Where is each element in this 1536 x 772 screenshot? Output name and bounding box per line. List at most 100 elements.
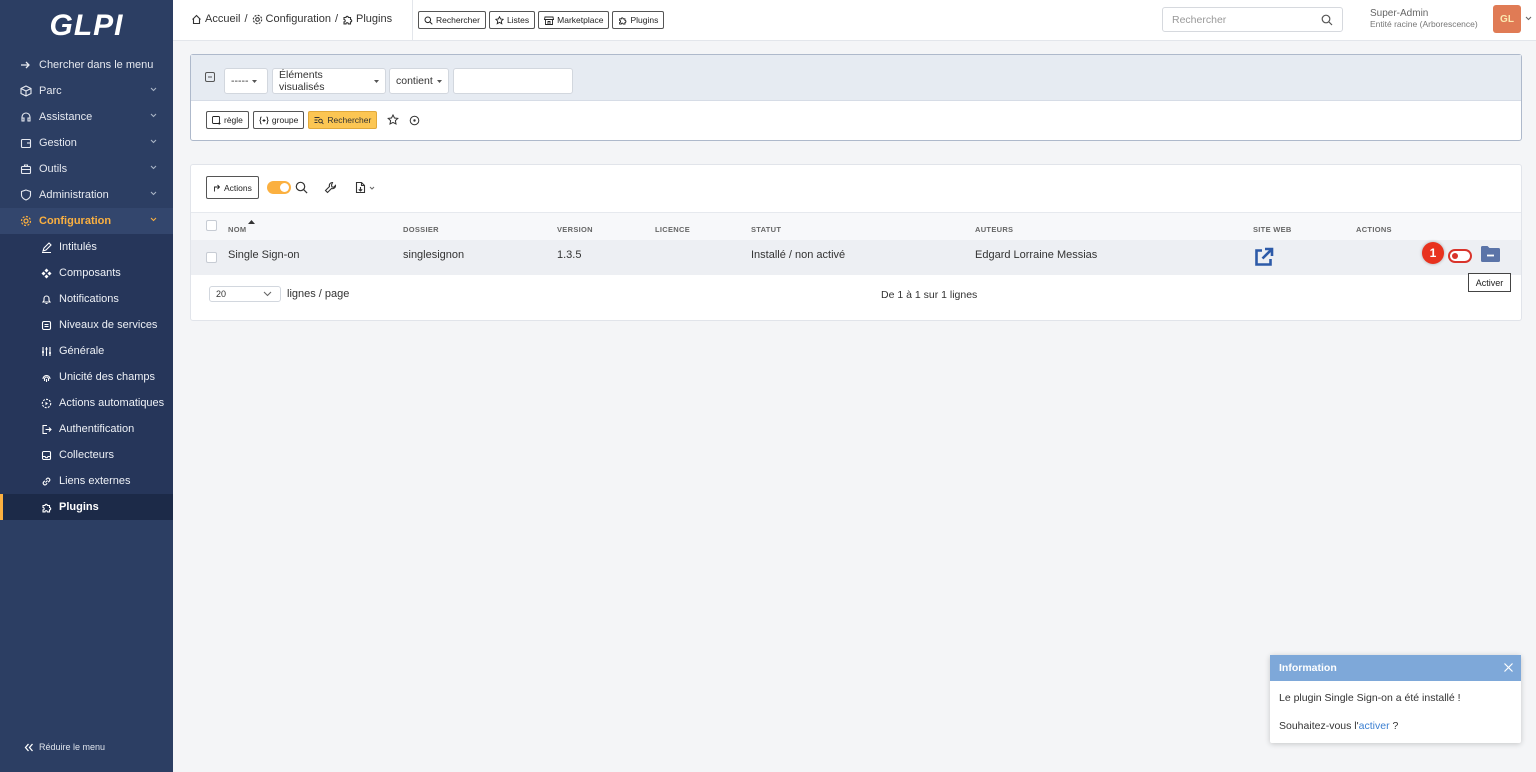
sidebar-item-plugins[interactable]: Plugins [0,494,173,520]
table-header: Nom Dossier Version Licence Statut Auteu… [191,212,1521,240]
reset-circle-icon[interactable] [409,115,420,126]
close-icon[interactable] [1503,662,1514,673]
row-checkbox[interactable] [206,252,217,263]
annotation-badge: 1 [1422,242,1444,264]
edit-icon [40,241,52,253]
items-select[interactable]: Éléments visualisés [272,68,386,94]
search-button[interactable]: Rechercher [418,11,486,29]
chevron-down-icon [150,217,157,222]
add-group-button[interactable]: groupe [252,111,305,129]
breadcrumb-configuration[interactable]: Configuration [252,13,331,25]
user-name: Super-Admin [1370,8,1429,19]
chevron-down-icon [263,291,272,297]
shield-icon [20,189,32,201]
user-entity: Entité racine (Arborescence) [1370,19,1478,29]
user-info[interactable]: Super-Admin Entité racine (Arborescence) [1370,8,1478,30]
caret-down-icon [252,79,258,83]
page-size-select[interactable]: 20 [209,286,281,302]
column-header-licence[interactable]: Licence [655,225,690,234]
global-search-placeholder: Rechercher [1172,13,1227,26]
select-all-checkbox[interactable] [206,220,217,231]
sidebar-item-unicite-champs[interactable]: Unicité des champs [0,364,173,390]
column-header-version[interactable]: Version [557,225,593,234]
sidebar-item-niveaux-services[interactable]: Niveaux de services [0,312,173,338]
menu-item-search[interactable]: Chercher dans le menu [0,52,173,78]
menu-item-label: Parc [39,85,62,97]
breadcrumb: Accueil / Configuration / Plugins [191,13,392,25]
column-header-site-web[interactable]: Site web [1253,225,1292,234]
filter-search-icon [314,116,325,125]
menu-item-configuration[interactable]: Configuration [0,208,173,234]
field-select[interactable]: ----- [224,68,268,94]
search-icon[interactable] [295,181,308,194]
box-icon [20,85,32,97]
search-icon[interactable] [1321,14,1333,26]
page-size-label: lignes / page [287,288,350,300]
menu-item-assistance[interactable]: Assistance [0,104,173,130]
wrench-icon[interactable] [324,181,337,194]
avatar[interactable]: GL [1493,5,1521,33]
cell-auteurs: Edgard Lorraine Messias [975,249,1098,261]
sort-ascending-icon[interactable] [248,220,255,224]
add-rule-button[interactable]: règle [206,111,249,129]
external-link-icon[interactable] [1253,247,1274,268]
chevron-down-icon[interactable] [1525,16,1532,21]
operator-select[interactable]: contient [389,68,449,94]
menu-item-label: Gestion [39,137,77,149]
lists-button-label: Listes [506,15,530,25]
sidebar-item-authentification[interactable]: Authentification [0,416,173,442]
plugins-button[interactable]: Plugins [612,11,665,29]
criteria-value-input[interactable] [453,68,573,94]
information-toast: Information Le plugin Single Sign-on a é… [1270,655,1521,743]
toast-header: Information [1270,655,1521,681]
marketplace-button[interactable]: Marketplace [538,11,610,29]
cell-statut: Installé / non activé [751,249,846,261]
chevron-down-icon [150,191,157,196]
menu-item-parc[interactable]: Parc [0,78,173,104]
folder-minus-icon[interactable] [1480,245,1501,263]
toast-question-suffix: ? [1389,720,1399,732]
plugins-list: Actions Nom Dossier Version Licence Stat… [190,164,1522,321]
column-header-dossier[interactable]: Dossier [403,225,439,234]
lists-button[interactable]: Listes [488,11,536,29]
toolbar: Rechercher Listes Marketplace Plugins [418,11,665,29]
minus-square-icon[interactable] [205,72,215,82]
toast-message: Le plugin Single Sign-on a été installé … [1279,692,1461,704]
menu-item-label: Outils [39,163,68,175]
sidebar-item-label: Actions automatiques [59,397,165,409]
column-header-statut[interactable]: Statut [751,225,781,234]
reduce-menu-button[interactable]: Réduire le menu [24,742,105,752]
column-header-actions: Actions [1356,225,1392,234]
search-submit-button[interactable]: Rechercher [308,111,378,129]
search-toggle[interactable] [266,181,291,194]
breadcrumb-separator: / [334,13,339,25]
menu-item-gestion[interactable]: Gestion [0,130,173,156]
sidebar-item-generale[interactable]: Générale [0,338,173,364]
menu-item-administration[interactable]: Administration [0,182,173,208]
global-search-input[interactable]: Rechercher [1162,7,1343,32]
cell-nom[interactable]: Single Sign-on [228,249,300,261]
activate-link[interactable]: activer [1359,720,1390,732]
sidebar-item-liens-externes[interactable]: Liens externes [0,468,173,494]
sidebar-item-notifications[interactable]: Notifications [0,286,173,312]
column-header-auteurs[interactable]: Auteurs [975,225,1013,234]
breadcrumb-plugins[interactable]: Plugins [342,13,392,25]
sidebar-item-actions-automatiques[interactable]: Actions automatiques [0,390,173,416]
sidebar-item-intitules[interactable]: Intitulés [0,234,173,260]
menu-item-outils[interactable]: Outils [0,156,173,182]
export-file-icon[interactable] [355,181,375,194]
sidebar-item-collecteurs[interactable]: Collecteurs [0,442,173,468]
sidebar-item-label: Unicité des champs [59,371,155,383]
breadcrumb-home[interactable]: Accueil [191,13,240,25]
inbox-icon [40,449,52,461]
menu-item-label: Administration [39,189,109,201]
star-icon[interactable] [387,114,400,126]
sidebar-item-composants[interactable]: Composants [0,260,173,286]
massive-actions-button[interactable]: Actions [206,176,259,199]
activate-plugin-toggle[interactable] [1448,249,1472,263]
search-submit-label: Rechercher [327,115,372,125]
column-header-nom[interactable]: Nom [228,225,246,234]
glpi-logo[interactable]: GLPI [0,0,173,52]
corner-arrow-icon [213,184,220,192]
arrow-right-icon [20,59,32,71]
